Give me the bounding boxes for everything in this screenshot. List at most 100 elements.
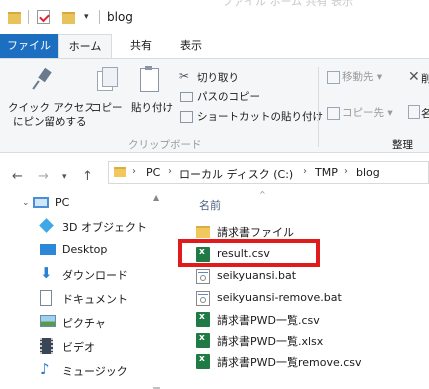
organize-group-label: 整理: [392, 139, 413, 151]
excel-xlsx-icon: [196, 333, 210, 348]
cut-button[interactable]: 切り取り: [197, 70, 239, 85]
divider: [28, 10, 29, 24]
move-to-icon: [327, 71, 340, 84]
paste-shortcut-button[interactable]: ショートカットの貼り付け: [197, 109, 323, 124]
tab-home[interactable]: ホーム: [58, 34, 112, 58]
paste-shortcut-icon: [180, 111, 193, 123]
tab-share[interactable]: 共有: [122, 34, 160, 58]
folder-icon: [196, 226, 210, 238]
nav-item-label: PC: [55, 196, 70, 209]
copy-to-button[interactable]: コピー先 ▾: [342, 105, 393, 120]
tab-file[interactable]: ファイル: [0, 34, 58, 58]
ribbon-tabs: ファイル ホーム 共有 表示: [0, 34, 429, 58]
paste-button[interactable]: 貼り付け: [131, 100, 173, 115]
file-item-pwd-list-csv[interactable]: 請求書PWD一覧.csv: [196, 309, 406, 330]
breadcrumb-separator[interactable]: ›: [303, 166, 307, 177]
file-name: 請求書PWD一覧.xlsx: [217, 335, 324, 348]
nav-item-pictures[interactable]: ピクチャ: [40, 311, 163, 333]
nav-item-label: ダウンロード: [62, 269, 128, 282]
copy-to-label: コピー先: [342, 107, 384, 119]
customize-quick-access-icon[interactable]: ▾: [84, 12, 89, 22]
excel-csv-icon: [196, 354, 210, 369]
highlight-box: [178, 239, 320, 267]
move-to-button[interactable]: 移動先 ▾: [342, 69, 382, 84]
recent-locations-icon[interactable]: ▾: [62, 172, 67, 182]
file-name: 請求書ファイル: [217, 226, 294, 239]
column-header-name[interactable]: 名前: [199, 197, 221, 213]
copy-icon-back: [102, 67, 118, 87]
folder-icon: [114, 167, 126, 177]
pc-icon: [33, 197, 49, 208]
move-to-label: 移動先: [342, 71, 374, 83]
title-bar: ▾ blog ファイル ホーム 共有 表示: [0, 0, 429, 34]
pin-icon: [32, 67, 54, 95]
desktop-icon: [40, 244, 56, 255]
new-folder-icon[interactable]: [62, 12, 75, 24]
file-name: 請求書PWD一覧remove.csv: [217, 356, 362, 369]
breadcrumb-blog[interactable]: blog: [356, 166, 380, 179]
nav-item-documents[interactable]: ドキュメント: [40, 287, 163, 309]
nav-item-label: ミュージック: [62, 365, 128, 378]
pin-quick-access-label-1: クイック アクセス: [8, 102, 95, 114]
nav-item-music[interactable]: ♪ ミュージック: [40, 359, 163, 381]
divider: [99, 10, 100, 24]
nav-item-label: ビデオ: [62, 341, 95, 354]
batch-file-icon: [196, 269, 210, 284]
breadcrumb-separator[interactable]: ›: [344, 166, 348, 177]
paste-icon: [140, 66, 159, 92]
faded-title-remnant: ファイル ホーム 共有 表示: [222, 0, 354, 8]
scroll-up-arrow-icon[interactable]: ▲: [153, 193, 159, 202]
breadcrumb-separator[interactable]: ›: [168, 166, 172, 177]
copy-button[interactable]: コピー: [91, 100, 123, 115]
breadcrumb-tmp[interactable]: TMP: [315, 166, 338, 179]
file-name: 請求書PWD一覧.csv: [217, 314, 320, 327]
breadcrumb-local-disk[interactable]: ローカル ディスク (C:): [179, 166, 293, 182]
navigation-pane: ⌄ PC 3D オブジェクト Desktop ⬇ ダウンロード ドキュメント ピ…: [0, 191, 163, 389]
navigation-scrollbar[interactable]: ▲: [150, 191, 163, 389]
file-list: ^ 名前 請求書ファイル result.csv seikyuansi.bat s…: [163, 190, 429, 389]
pin-quick-access-label-2: にピン留めする: [13, 116, 87, 128]
back-arrow-icon[interactable]: ←: [12, 169, 23, 184]
window-title: blog: [107, 10, 133, 24]
batch-file-icon: [196, 291, 210, 306]
excel-csv-icon: [196, 312, 210, 327]
collapse-chevron-icon[interactable]: ⌄: [22, 198, 30, 208]
file-item-seikyuansi-bat[interactable]: seikyuansi.bat: [196, 266, 406, 287]
nav-item-label: ピクチャ: [62, 317, 106, 330]
clipboard-group-label: クリップボード: [128, 139, 202, 151]
rename-button-partial[interactable]: 名: [421, 106, 429, 121]
group-divider: [318, 67, 319, 147]
file-item-pwd-list-xlsx[interactable]: 請求書PWD一覧.xlsx: [196, 330, 406, 351]
up-arrow-icon[interactable]: ↑: [82, 169, 93, 184]
breadcrumb-separator[interactable]: ›: [132, 166, 136, 177]
breadcrumb-pc[interactable]: PC: [146, 166, 160, 179]
nav-item-desktop[interactable]: Desktop: [40, 239, 163, 261]
document-icon: [40, 290, 52, 306]
file-item-seikyuansi-remove-bat[interactable]: seikyuansi-remove.bat: [196, 288, 406, 309]
forward-arrow-icon[interactable]: →: [38, 169, 49, 184]
nav-item-pc[interactable]: PC: [33, 192, 156, 214]
copy-path-button[interactable]: パスのコピー: [197, 89, 260, 104]
properties-icon[interactable]: [37, 10, 50, 24]
delete-icon[interactable]: ✕: [408, 69, 420, 85]
delete-button-partial[interactable]: 削: [421, 71, 429, 86]
nav-item-3d-objects[interactable]: 3D オブジェクト: [39, 215, 163, 237]
copy-to-icon: [327, 107, 340, 120]
pin-quick-access-button[interactable]: クイック アクセス: [8, 100, 95, 115]
3d-objects-icon: [39, 218, 54, 233]
video-icon: [40, 338, 53, 354]
tab-view[interactable]: 表示: [172, 34, 210, 58]
file-name: seikyuansi.bat: [217, 269, 297, 282]
rename-icon: [408, 105, 420, 119]
nav-item-downloads[interactable]: ⬇ ダウンロード: [40, 263, 163, 285]
address-bar[interactable]: › PC › ローカル ディスク (C:) › TMP › blog: [108, 161, 429, 184]
file-item-pwd-list-remove-csv[interactable]: 請求書PWD一覧remove.csv: [196, 351, 406, 372]
folder-icon: [8, 12, 21, 24]
download-icon: ⬇: [40, 264, 53, 282]
file-name: seikyuansi-remove.bat: [217, 291, 342, 304]
nav-item-label: 3D オブジェクト: [62, 221, 147, 234]
nav-item-label: ドキュメント: [62, 293, 128, 306]
nav-item-videos[interactable]: ビデオ: [40, 335, 163, 357]
copy-path-icon: [180, 92, 193, 102]
ribbon-panel: クイック アクセス にピン留めする コピー 貼り付け ✂ 切り取り パスのコピー…: [0, 58, 429, 153]
